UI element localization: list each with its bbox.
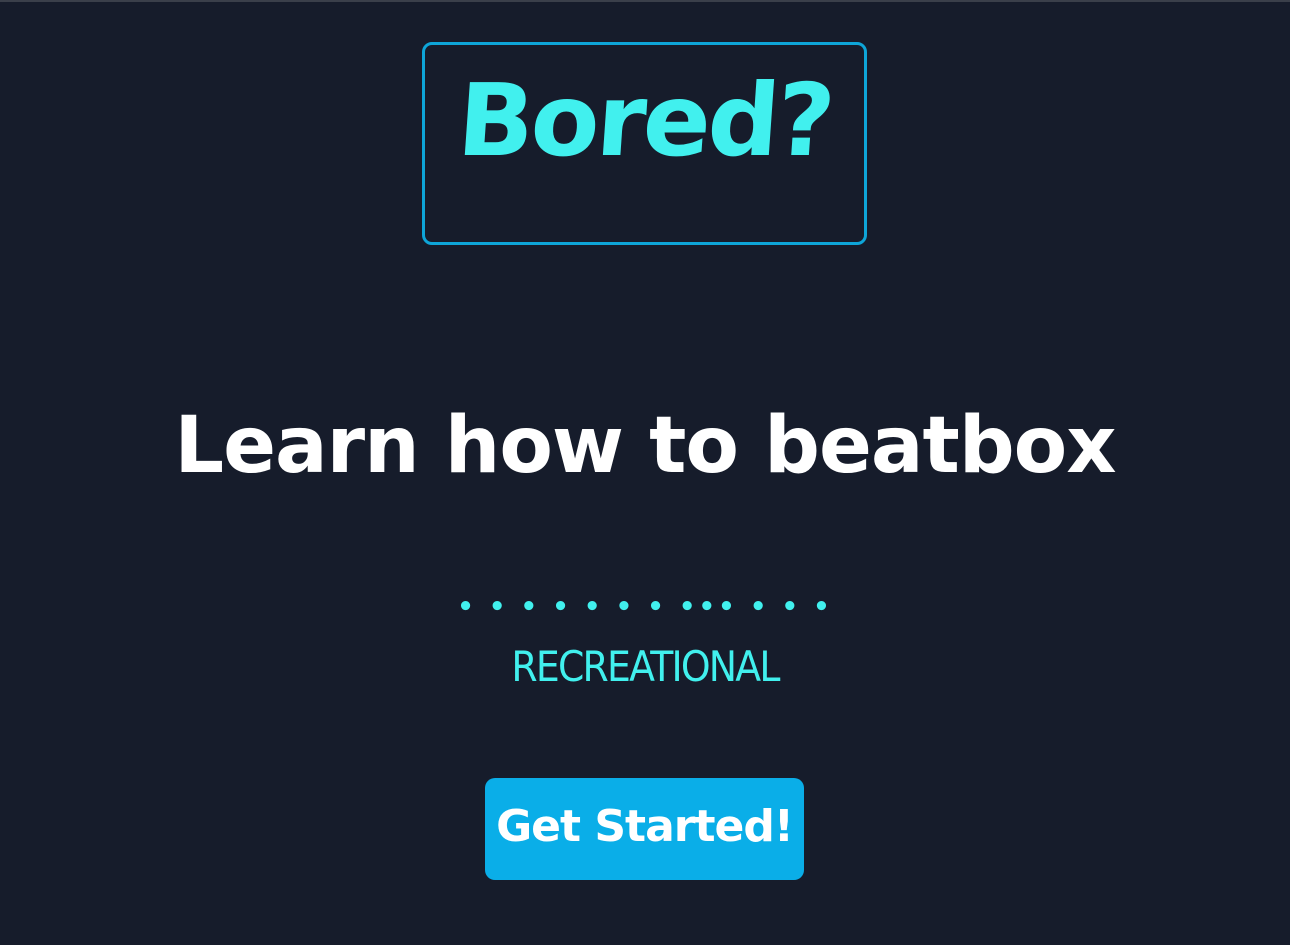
- app-title: Bored?: [453, 62, 836, 179]
- dots-divider: • • • • • • • ••• • • •: [457, 592, 833, 622]
- get-started-button[interactable]: Get Started!: [485, 778, 804, 880]
- activity-headline: Learn how to beatbox: [174, 401, 1116, 491]
- title-box: Bored?: [422, 42, 867, 245]
- activity-category: RECREATIONAL: [511, 642, 780, 691]
